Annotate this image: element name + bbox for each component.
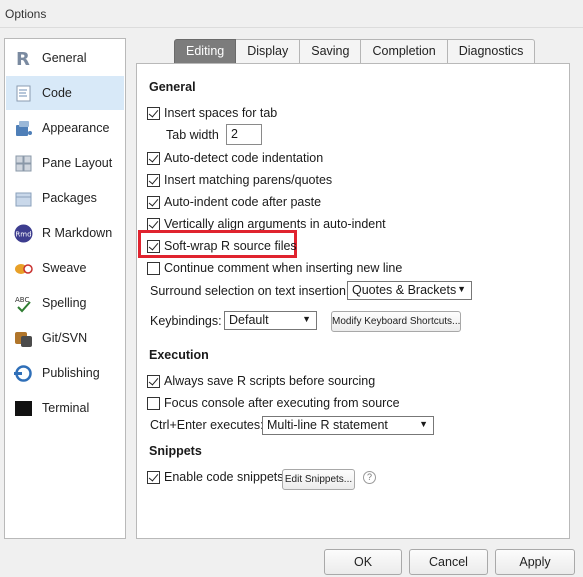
pane-layout-icon	[15, 155, 32, 172]
sidebar-item-label: Terminal	[42, 401, 90, 415]
chevron-down-icon: ▼	[302, 314, 311, 324]
chevron-down-icon: ▼	[457, 284, 466, 294]
sidebar-item-terminal[interactable]: Terminal	[6, 391, 124, 425]
sidebar-item-sweave[interactable]: Sweave	[6, 251, 124, 285]
publishing-icon	[14, 365, 32, 382]
continue-comment-label: Continue comment when inserting new line	[164, 261, 403, 275]
matching-parens-checkbox[interactable]	[147, 173, 160, 187]
tab-display[interactable]: Display	[236, 39, 301, 64]
code-document-icon	[16, 85, 31, 102]
sidebar-item-label: Sweave	[42, 261, 87, 275]
apply-button[interactable]: Apply	[495, 549, 575, 575]
section-execution-heading: Execution	[149, 348, 209, 362]
chevron-down-icon: ▼	[419, 419, 428, 429]
sidebar-item-packages[interactable]: Packages	[6, 181, 124, 215]
sidebar-item-label: Code	[42, 86, 72, 100]
sidebar-item-label: Appearance	[42, 121, 110, 135]
focus-console-option[interactable]: Focus console after executing from sourc…	[147, 396, 400, 410]
auto-detect-option[interactable]: Auto-detect code indentation	[147, 151, 323, 165]
sidebar-item-code[interactable]: Code	[6, 76, 124, 110]
tab-bar: Editing Display Saving Completion Diagno…	[174, 39, 536, 64]
svg-text:Rmd: Rmd	[15, 231, 31, 239]
vertical-align-label: Vertically align arguments in auto-inden…	[164, 217, 386, 231]
vertical-align-checkbox[interactable]	[147, 217, 160, 231]
surround-label: Surround selection on text insertion:	[150, 284, 350, 298]
keybindings-label: Keybindings:	[150, 314, 222, 328]
always-save-checkbox[interactable]	[147, 374, 160, 388]
svg-text:ABC: ABC	[15, 296, 29, 304]
title-bar: Options	[0, 0, 583, 28]
rmd-icon: Rmd	[14, 224, 33, 243]
ok-button[interactable]: OK	[324, 549, 402, 575]
keybindings-select[interactable]: Default ▼	[224, 311, 317, 330]
r-logo-icon: R	[16, 49, 30, 68]
tab-width-input[interactable]: 2	[226, 124, 262, 145]
options-sidebar: R General Code Appearance Pane Layout Pa…	[4, 38, 126, 539]
tab-diagnostics[interactable]: Diagnostics	[447, 39, 536, 64]
tab-width-label: Tab width	[166, 128, 219, 142]
matching-parens-option[interactable]: Insert matching parens/quotes	[147, 173, 332, 187]
soft-wrap-label: Soft-wrap R source files	[164, 239, 297, 253]
enable-snippets-checkbox[interactable]	[147, 470, 160, 484]
sweave-icon	[15, 264, 33, 274]
sidebar-item-spelling[interactable]: ABC Spelling	[6, 286, 124, 320]
section-general-heading: General	[149, 80, 196, 94]
terminal-icon	[15, 401, 32, 416]
soft-wrap-checkbox[interactable]	[147, 239, 160, 253]
insert-spaces-checkbox[interactable]	[147, 106, 160, 120]
cancel-button[interactable]: Cancel	[409, 549, 488, 575]
surround-select[interactable]: Quotes & Brackets ▼	[347, 281, 472, 300]
sidebar-item-r-markdown[interactable]: Rmd R Markdown	[6, 216, 124, 250]
section-snippets-heading: Snippets	[149, 444, 202, 458]
tab-completion[interactable]: Completion	[361, 39, 448, 64]
continue-comment-checkbox[interactable]	[147, 261, 160, 275]
git-svn-icon	[15, 332, 32, 347]
auto-detect-checkbox[interactable]	[147, 151, 160, 165]
continue-comment-option[interactable]: Continue comment when inserting new line	[147, 261, 402, 275]
sidebar-item-general[interactable]: R General	[6, 41, 124, 75]
sidebar-item-publishing[interactable]: Publishing	[6, 356, 124, 390]
help-icon[interactable]: ?	[363, 471, 376, 484]
ctrl-enter-label: Ctrl+Enter executes:	[150, 418, 264, 432]
matching-parens-label: Insert matching parens/quotes	[164, 173, 333, 187]
auto-indent-checkbox[interactable]	[147, 195, 160, 209]
focus-console-label: Focus console after executing from sourc…	[164, 396, 400, 410]
paint-bucket-icon	[16, 121, 32, 136]
soft-wrap-option[interactable]: Soft-wrap R source files	[147, 239, 297, 253]
always-save-option[interactable]: Always save R scripts before sourcing	[147, 374, 375, 388]
enable-snippets-label: Enable code snippets	[164, 470, 284, 484]
sidebar-item-appearance[interactable]: Appearance	[6, 111, 124, 145]
ctrl-enter-select-value: Multi-line R statement	[267, 418, 388, 432]
auto-detect-label: Auto-detect code indentation	[164, 151, 324, 165]
modify-keyboard-shortcuts-button[interactable]: Modify Keyboard Shortcuts...	[331, 311, 461, 332]
abc-check-icon: ABC	[15, 296, 31, 313]
sidebar-item-label: Pane Layout	[42, 156, 113, 170]
sidebar-item-label: Spelling	[42, 296, 87, 310]
sidebar-item-label: Git/SVN	[42, 331, 88, 345]
auto-indent-option[interactable]: Auto-indent code after paste	[147, 195, 321, 209]
sidebar-item-label: R Markdown	[42, 226, 113, 240]
auto-indent-label: Auto-indent code after paste	[164, 195, 322, 209]
focus-console-checkbox[interactable]	[147, 396, 160, 410]
insert-spaces-option[interactable]: Insert spaces for tab	[147, 106, 277, 120]
svg-text:R: R	[16, 49, 30, 68]
tab-editing[interactable]: Editing	[174, 39, 237, 64]
sidebar-item-pane-layout[interactable]: Pane Layout	[6, 146, 124, 180]
package-box-icon	[15, 192, 32, 207]
insert-spaces-label: Insert spaces for tab	[164, 106, 278, 120]
always-save-label: Always save R scripts before sourcing	[164, 374, 376, 388]
edit-snippets-button[interactable]: Edit Snippets...	[282, 469, 355, 490]
sidebar-item-label: Publishing	[42, 366, 100, 380]
enable-snippets-option[interactable]: Enable code snippets	[147, 470, 284, 484]
vertical-align-option[interactable]: Vertically align arguments in auto-inden…	[147, 217, 386, 231]
ctrl-enter-select[interactable]: Multi-line R statement ▼	[262, 416, 434, 435]
window-title: Options	[5, 7, 47, 21]
sidebar-item-label: Packages	[42, 191, 97, 205]
sidebar-item-git-svn[interactable]: Git/SVN	[6, 321, 124, 355]
surround-select-value: Quotes & Brackets	[352, 283, 457, 297]
keybindings-select-value: Default	[229, 313, 269, 327]
tab-saving[interactable]: Saving	[300, 39, 362, 64]
sidebar-item-label: General	[42, 51, 87, 65]
